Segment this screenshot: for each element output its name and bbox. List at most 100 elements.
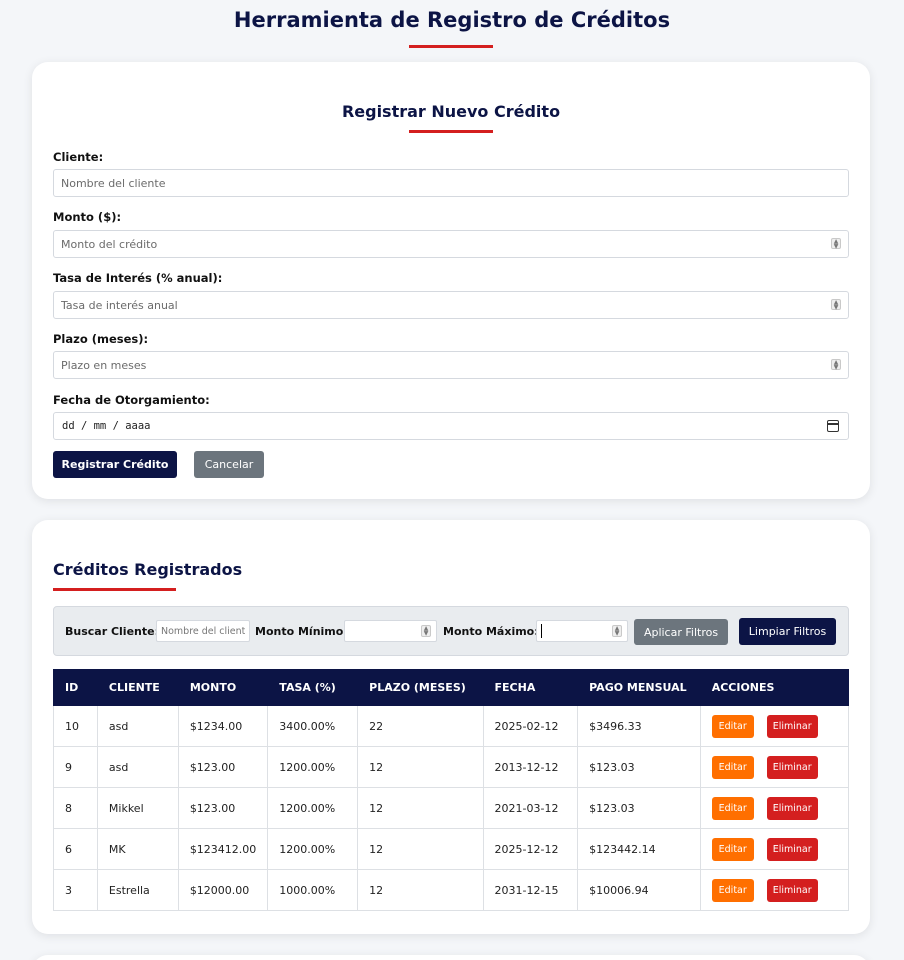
cell-actions: Editar Eliminar — [699, 828, 850, 870]
tasa-field: ▲▼ — [32, 291, 870, 319]
column-header: FECHA — [482, 669, 579, 706]
cell-monto: $1234.00 — [177, 705, 269, 747]
fecha-input[interactable]: dd / mm / aaaa — [53, 412, 849, 440]
cell-pago: $123442.14 — [577, 828, 701, 870]
cell-cliente: asd — [96, 705, 179, 747]
search-client-input[interactable] — [156, 620, 250, 642]
clear-filters-button[interactable]: Limpiar Filtros — [739, 618, 836, 645]
cell-id: 6 — [53, 828, 98, 870]
cell-monto: $123.00 — [177, 746, 269, 788]
next-card — [32, 955, 870, 960]
spinner-icon[interactable]: ▲ ▼ — [831, 359, 841, 371]
cliente-label: Cliente: — [53, 150, 104, 164]
calendar-icon[interactable] — [827, 420, 839, 432]
monto-input[interactable] — [53, 230, 849, 258]
cell-cliente: Estrella — [96, 869, 179, 911]
register-credit-button[interactable]: Registrar Crédito — [53, 451, 177, 478]
spinner-icon[interactable]: ▲ ▼ — [831, 238, 841, 250]
delete-button[interactable]: Eliminar — [766, 796, 818, 820]
cell-pago: $3496.33 — [577, 705, 701, 747]
cell-tasa: 1000.00% — [267, 869, 359, 911]
cell-id: 3 — [53, 869, 98, 911]
cell-fecha: 2031-12-15 — [482, 869, 579, 911]
spinner-icon[interactable]: ▲ ▼ — [612, 625, 622, 637]
cell-actions: Editar Eliminar — [699, 787, 850, 829]
column-header: PAGO MENSUAL — [577, 669, 701, 706]
edit-button[interactable]: Editar — [711, 796, 754, 820]
cell-id: 10 — [53, 705, 98, 747]
cell-monto: $12000.00 — [177, 869, 269, 911]
cell-id: 9 — [53, 746, 98, 788]
table-header-row: ID CLIENTE MONTO TASA (%) PLAZO (MESES) … — [53, 669, 850, 706]
monto-label: Monto ($): — [53, 210, 122, 224]
cell-tasa: 1200.00% — [267, 787, 359, 829]
cell-plazo: 12 — [357, 787, 484, 829]
cell-plazo: 12 — [357, 869, 484, 911]
table-row: 8 Mikkel $123.00 1200.00% 12 2021-03-12 … — [53, 787, 850, 829]
cell-id: 8 — [53, 787, 98, 829]
table-row: 9 asd $123.00 1200.00% 12 2013-12-12 $12… — [53, 746, 850, 788]
table-row: 10 asd $1234.00 3400.00% 22 2025-02-12 $… — [53, 705, 850, 747]
cell-plazo: 12 — [357, 746, 484, 788]
cliente-input[interactable] — [53, 169, 849, 197]
filter-bar: Buscar Cliente: Monto Mínimo: ▲▼ Monto M… — [53, 606, 849, 656]
cell-actions: Editar Eliminar — [699, 746, 850, 788]
cell-pago: $123.03 — [577, 787, 701, 829]
cell-tasa: 1200.00% — [267, 828, 359, 870]
column-header: TASA (%) — [267, 669, 359, 706]
cell-fecha: 2021-03-12 — [482, 787, 579, 829]
spinner-icon[interactable]: ▲ ▼ — [831, 299, 841, 311]
form-title-underline — [409, 130, 493, 133]
column-header: MONTO — [177, 669, 269, 706]
max-amount-label: Monto Máximo: — [443, 625, 539, 638]
cancel-button[interactable]: Cancelar — [194, 451, 264, 478]
title-underline — [409, 45, 493, 48]
cell-pago: $123.03 — [577, 746, 701, 788]
cell-fecha: 2025-02-12 — [482, 705, 579, 747]
delete-button[interactable]: Eliminar — [766, 837, 818, 861]
cell-actions: Editar Eliminar — [699, 705, 850, 747]
column-header: PLAZO (MESES) — [357, 669, 484, 706]
delete-button[interactable]: Eliminar — [766, 714, 818, 738]
cell-tasa: 3400.00% — [267, 705, 359, 747]
cell-monto: $123412.00 — [177, 828, 269, 870]
tasa-input[interactable] — [53, 291, 849, 319]
page-title: Herramienta de Registro de Créditos — [233, 8, 671, 32]
column-header: ACCIONES — [699, 669, 850, 706]
column-header: ID — [53, 669, 98, 706]
edit-button[interactable]: Editar — [711, 714, 754, 738]
cell-actions: Editar Eliminar — [699, 869, 850, 911]
credits-list-card: Créditos Registrados Buscar Cliente: Mon… — [32, 520, 870, 934]
list-title: Créditos Registrados — [53, 560, 243, 579]
delete-button[interactable]: Eliminar — [766, 755, 818, 779]
register-credit-card: Registrar Nuevo Crédito Cliente: Monto (… — [32, 62, 870, 499]
delete-button[interactable]: Eliminar — [766, 878, 818, 902]
text-cursor — [541, 624, 542, 638]
cell-cliente: MK — [96, 828, 179, 870]
form-title: Registrar Nuevo Crédito — [341, 102, 561, 121]
cell-monto: $123.00 — [177, 787, 269, 829]
plazo-input[interactable] — [53, 351, 849, 379]
edit-button[interactable]: Editar — [711, 878, 754, 902]
cell-plazo: 12 — [357, 828, 484, 870]
apply-filters-button[interactable]: Aplicar Filtros — [634, 619, 728, 645]
min-amount-label: Monto Mínimo: — [255, 625, 348, 638]
spinner-icon[interactable]: ▲ ▼ — [421, 625, 431, 637]
list-title-underline — [53, 588, 176, 591]
cell-pago: $10006.94 — [577, 869, 701, 911]
plazo-label: Plazo (meses): — [53, 332, 149, 346]
tasa-label: Tasa de Interés (% anual): — [53, 271, 223, 285]
cell-plazo: 22 — [357, 705, 484, 747]
table-row: 6 MK $123412.00 1200.00% 12 2025-12-12 $… — [53, 828, 850, 870]
cell-tasa: 1200.00% — [267, 746, 359, 788]
fecha-label: Fecha de Otorgamiento: — [53, 393, 210, 407]
cell-fecha: 2025-12-12 — [482, 828, 579, 870]
edit-button[interactable]: Editar — [711, 837, 754, 861]
column-header: CLIENTE — [96, 669, 179, 706]
credits-table: ID CLIENTE MONTO TASA (%) PLAZO (MESES) … — [53, 669, 850, 911]
fecha-value: dd / mm / aaaa — [62, 420, 151, 432]
cell-fecha: 2013-12-12 — [482, 746, 579, 788]
monto-field: ▲▼ — [32, 230, 870, 258]
search-client-label: Buscar Cliente: — [65, 625, 159, 638]
edit-button[interactable]: Editar — [711, 755, 754, 779]
